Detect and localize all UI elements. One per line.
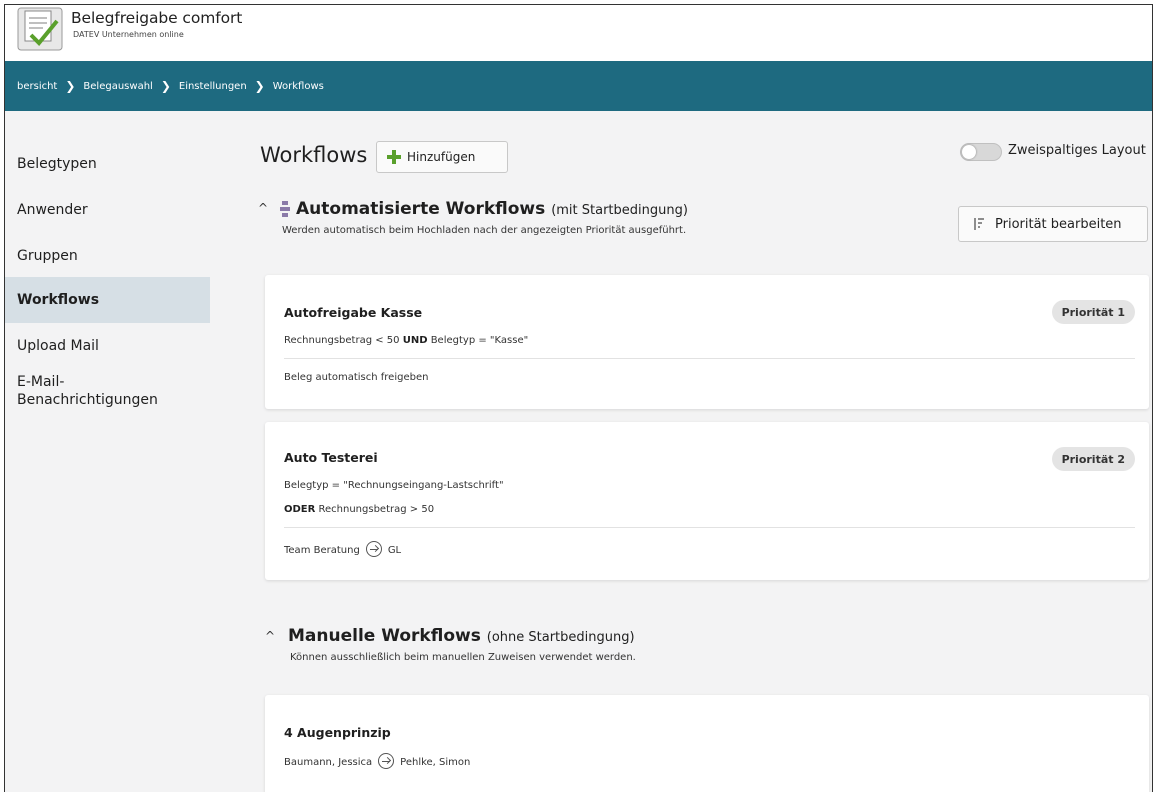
sidebar-item-label: E-Mail-: [17, 374, 65, 390]
breadcrumb-item-einstellungen[interactable]: Einstellungen: [179, 81, 247, 92]
two-column-layout-label: Zweispaltiges Layout: [1008, 143, 1146, 158]
collapse-manual-chevron-icon[interactable]: ^: [265, 629, 275, 643]
workflow-route: Team Beratung GL: [284, 541, 402, 558]
toggle-knob: [962, 145, 976, 159]
workflow-condition: Belegtyp = "Rechnungseingang-Lastschrift…: [284, 480, 504, 491]
divider: [284, 358, 1135, 359]
chevron-right-icon: ❯: [160, 79, 171, 93]
manual-subtitle: (ohne Startbedingung): [486, 630, 635, 645]
condition-part: Rechnungsbetrag > 50: [315, 504, 435, 515]
collapse-automated-chevron-icon[interactable]: ^: [258, 201, 268, 215]
add-button-label: Hinzufügen: [407, 150, 476, 164]
route-to: GL: [387, 545, 402, 556]
sidebar-item-gruppen[interactable]: Gruppen: [5, 247, 210, 265]
sidebar-item-email-notifications[interactable]: E-Mail- Benachrichtigungen: [5, 373, 210, 409]
two-column-layout-toggle[interactable]: [960, 143, 1002, 161]
workflow-condition: Rechnungsbetrag < 50 UND Belegtyp = "Kas…: [284, 335, 528, 346]
workflow-name: Autofreigabe Kasse: [284, 305, 423, 320]
condition-operator: ODER: [284, 504, 316, 515]
divider: [284, 527, 1135, 528]
workflow-card-4-augenprinzip[interactable]: 4 Augenprinzip Baumann, Jessica Pehlke, S…: [265, 695, 1149, 792]
workflow-condition: ODER Rechnungsbetrag > 50: [284, 504, 434, 515]
sidebar-item-anwender[interactable]: Anwender: [5, 201, 210, 219]
app-subtitle: DATEV Unternehmen online: [73, 30, 184, 39]
main-content: Workflows Hinzufügen Zweispaltiges Layou…: [210, 111, 1152, 792]
sidebar: Belegtypen Anwender Gruppen Workflows Up…: [5, 111, 210, 792]
sort-icon: [974, 218, 984, 230]
priority-badge: Priorität 1: [1051, 300, 1135, 324]
breadcrumb-item-workflows[interactable]: Workflows: [273, 81, 324, 92]
app-title: Belegfreigabe comfort: [71, 9, 243, 27]
page-title: Workflows: [260, 143, 368, 167]
route-from: Team Beratung: [284, 545, 360, 556]
automated-title-text: Automatisierte Workflows: [296, 199, 546, 219]
sidebar-item-belegtypen[interactable]: Belegtypen: [5, 155, 210, 173]
workflow-icon: [280, 201, 290, 217]
manual-description: Können ausschließlich beim manuellen Zuw…: [290, 652, 636, 663]
condition-operator: UND: [402, 335, 428, 346]
sidebar-item-workflows[interactable]: Workflows: [5, 277, 210, 323]
plus-icon: [387, 150, 401, 164]
edit-priority-label: Priorität bearbeiten: [995, 216, 1122, 232]
workflow-name: Auto Testerei: [284, 450, 378, 465]
breadcrumb-item-overview[interactable]: bersicht: [17, 81, 57, 92]
chevron-right-icon: ❯: [254, 79, 265, 93]
app-window: Belegfreigabe comfort DATEV Unternehmen …: [4, 4, 1153, 792]
sidebar-item-label: Benachrichtigungen: [17, 392, 158, 408]
breadcrumb: bersicht ❯ Belegauswahl ❯ Einstellungen …: [5, 61, 1152, 111]
automated-subtitle: (mit Startbedingung): [551, 203, 688, 218]
workflow-route: Baumann, Jessica Pehlke, Simon: [284, 753, 471, 770]
priority-badge: Priorität 2: [1051, 447, 1135, 471]
workflow-action: Beleg automatisch freigeben: [284, 372, 429, 383]
edit-priority-button[interactable]: Priorität bearbeiten: [958, 206, 1148, 242]
app-logo-icon: [17, 7, 63, 51]
route-to: Pehlke, Simon: [400, 757, 471, 768]
condition-part: Rechnungsbetrag < 50: [284, 335, 403, 346]
arrow-right-circle-icon: [365, 541, 382, 557]
add-workflow-button[interactable]: Hinzufügen: [376, 141, 508, 173]
automated-description: Werden automatisch beim Hochladen nach d…: [282, 225, 687, 236]
app-header: Belegfreigabe comfort DATEV Unternehmen …: [5, 5, 1152, 61]
workflow-card-auto-testerei[interactable]: Auto Testerei Priorität 2 Belegtyp = "Re…: [265, 422, 1149, 580]
condition-part: Belegtyp = "Kasse": [427, 335, 529, 346]
arrow-right-circle-icon: [378, 753, 395, 769]
sidebar-item-upload-mail[interactable]: Upload Mail: [5, 337, 210, 355]
route-from: Baumann, Jessica: [284, 757, 373, 768]
manual-title-text: Manuelle Workflows: [288, 626, 481, 646]
chevron-right-icon: ❯: [65, 79, 76, 93]
workflow-name: 4 Augenprinzip: [284, 725, 391, 740]
manual-section-title: Manuelle Workflows (ohne Startbedingung): [288, 626, 635, 646]
breadcrumb-item-belegauswahl[interactable]: Belegauswahl: [83, 81, 152, 92]
automated-section-title: Automatisierte Workflows (mit Startbedin…: [280, 199, 688, 219]
workflow-card-autofreigabe-kasse[interactable]: Autofreigabe Kasse Priorität 1 Rechnungs…: [265, 275, 1149, 409]
